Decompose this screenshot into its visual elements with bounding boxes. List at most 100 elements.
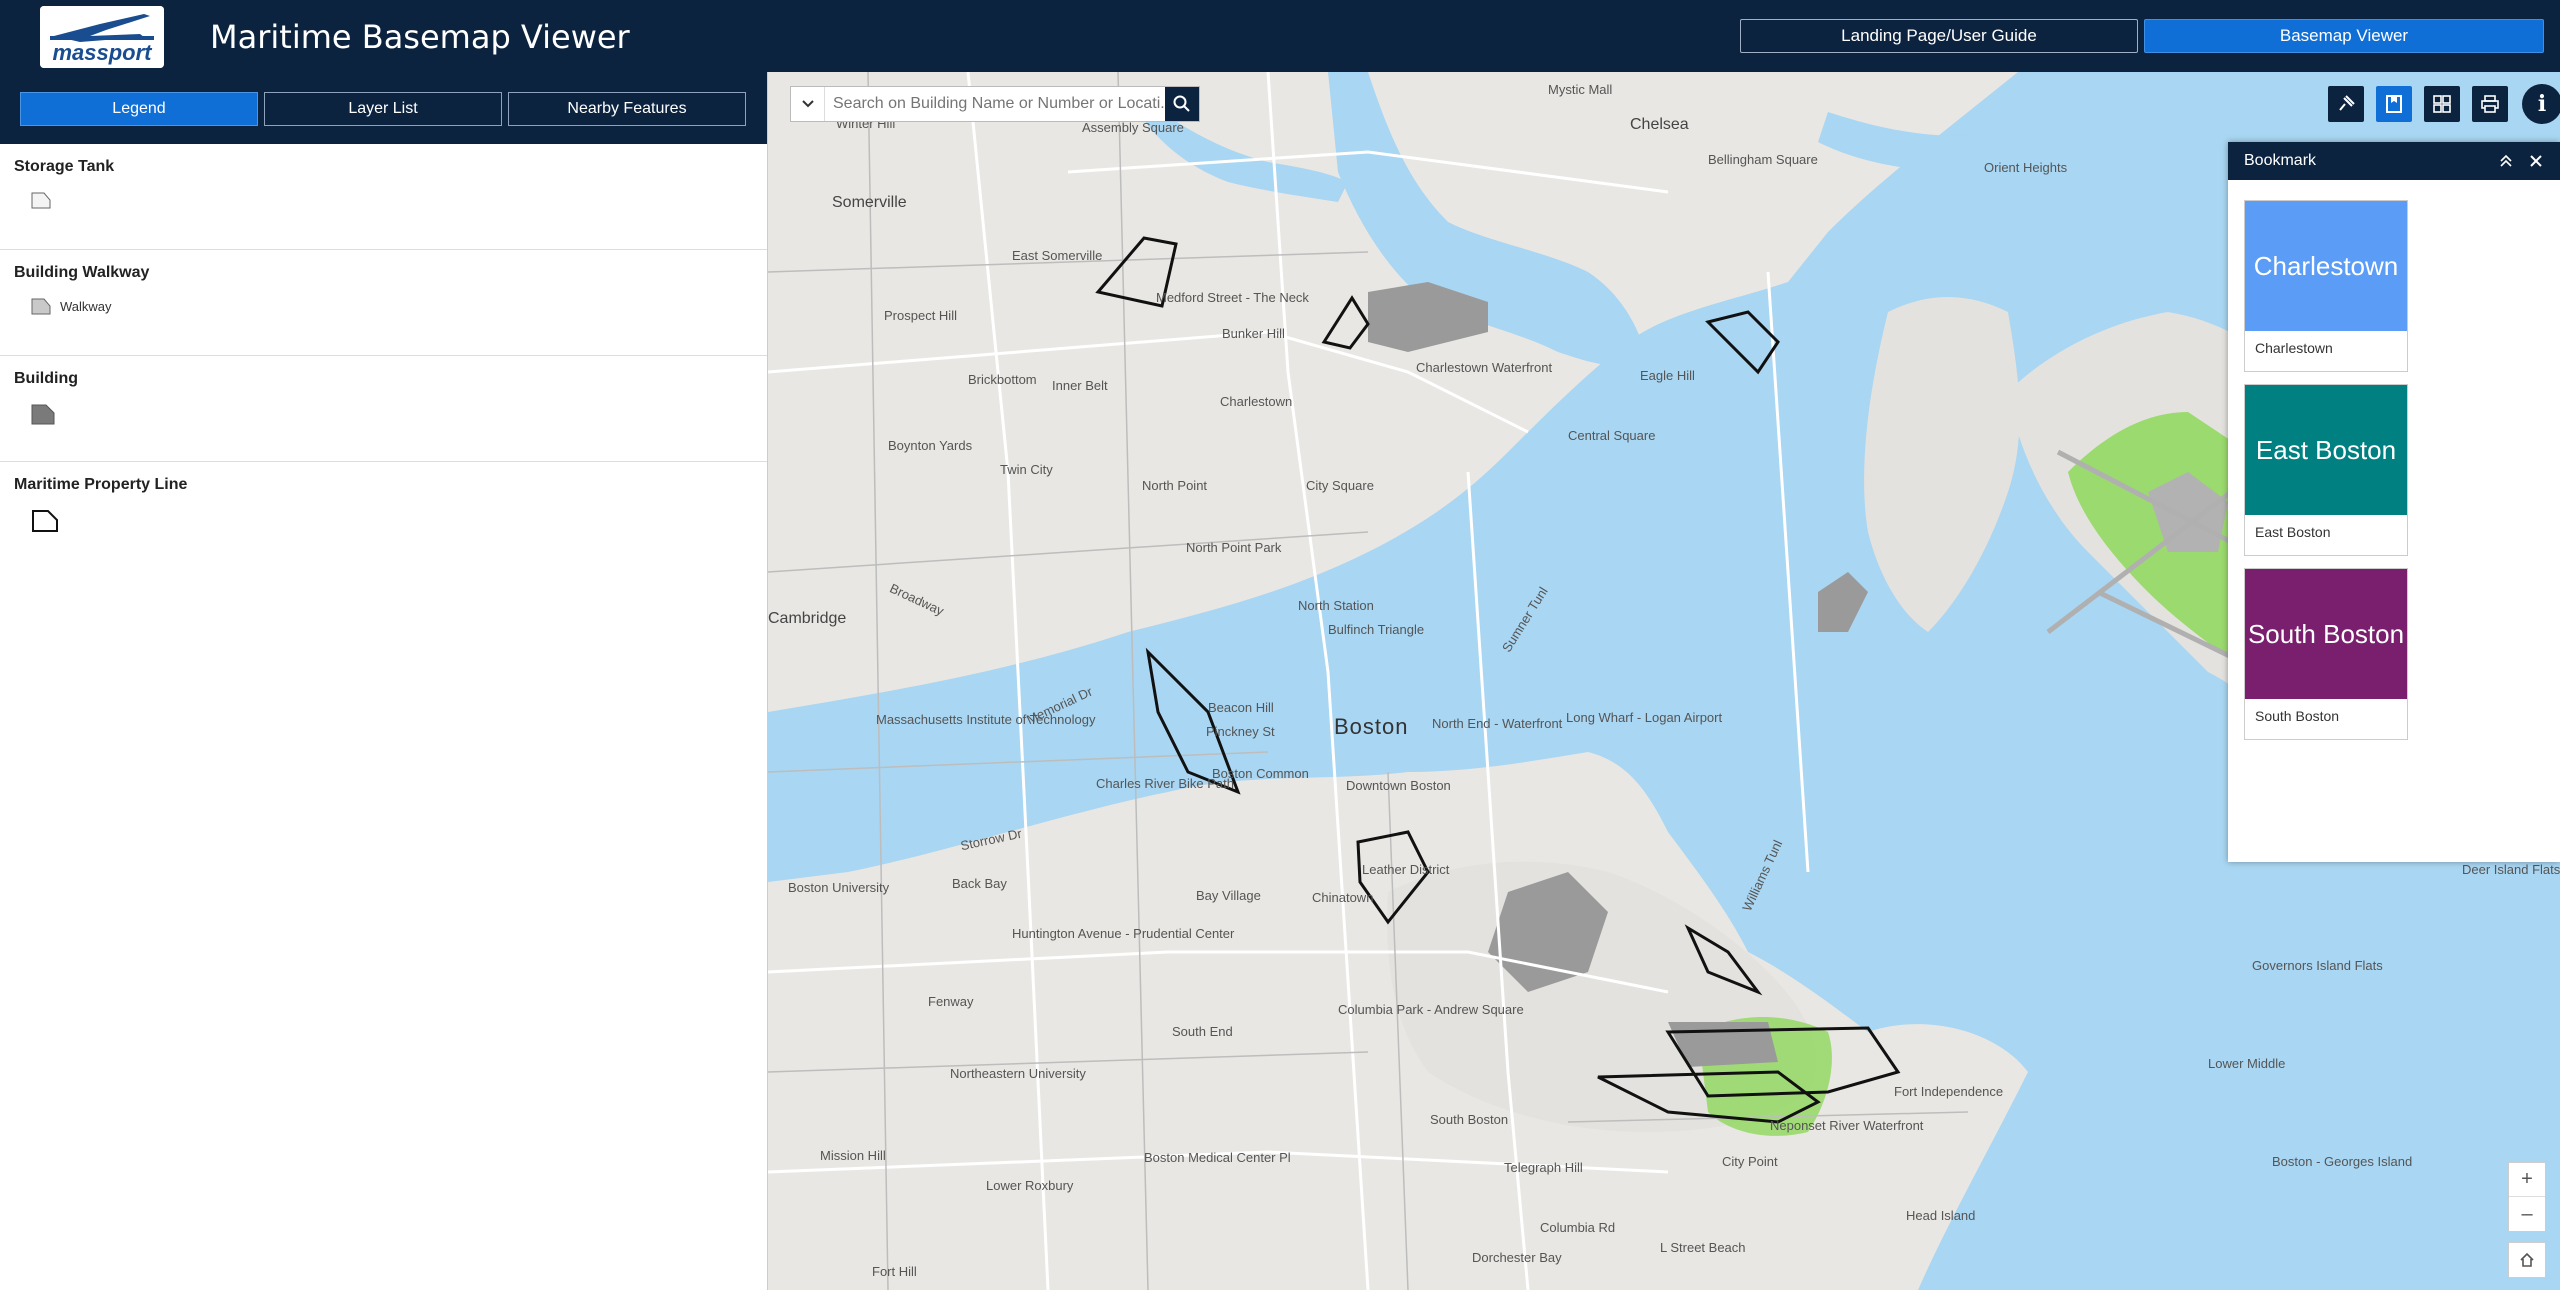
map-label: Lower Roxbury — [986, 1178, 1074, 1193]
map-label: Eagle Hill — [1640, 368, 1695, 383]
legend-title: Storage Tank — [14, 158, 115, 175]
map-label: Massachusetts Institute of Technology — [876, 712, 1096, 727]
bookmark-name: East Boston — [2255, 524, 2331, 540]
legend-title: Building — [14, 370, 78, 387]
map-label: Huntington Avenue - Prudential Center — [1012, 926, 1235, 941]
map-label: Boston Medical Center Pl — [1144, 1150, 1291, 1165]
search-bar — [790, 86, 1200, 122]
map-label: Dorchester Bay — [1472, 1250, 1562, 1265]
walkway-symbol-icon — [31, 298, 51, 315]
legend-title: Building Walkway — [14, 264, 150, 281]
search-source-dropdown[interactable] — [791, 87, 825, 121]
chevron-down-icon — [801, 100, 814, 108]
pushpin-map-icon — [2339, 95, 2355, 111]
map-label: South End — [1172, 1024, 1233, 1039]
bookmark-thumbnail: East Boston — [2245, 385, 2407, 515]
app-header: massport Maritime Basemap Viewer Landing… — [0, 0, 2560, 72]
printer-icon — [2481, 95, 2499, 113]
map-label: Columbia Park - Andrew Square — [1338, 1002, 1524, 1017]
map-label: Chinatown — [1312, 890, 1374, 905]
map-label: Orient Heights — [1984, 160, 2068, 175]
storage-tank-symbol-icon — [31, 192, 51, 209]
bookmark-card-east-boston[interactable]: East Boston East Boston — [2244, 384, 2408, 556]
map-label: Pinckney St — [1206, 724, 1275, 739]
map-label: Cambridge — [768, 610, 847, 627]
print-button[interactable] — [2472, 86, 2508, 122]
close-icon — [2530, 155, 2542, 167]
map-label: Head Island — [1906, 1208, 1976, 1223]
legend-building-walkway: Building Walkway Walkway — [0, 250, 767, 356]
zoom-out-button[interactable]: – — [2509, 1197, 2545, 1231]
grid-icon — [2433, 95, 2451, 113]
bookmark-title: Bookmark — [2244, 152, 2317, 169]
map-label: North Point Park — [1186, 540, 1282, 555]
map-label: Fenway — [928, 994, 974, 1009]
legend-maritime-property-line: Maritime Property Line — [0, 462, 767, 568]
map-label: North Station — [1298, 598, 1374, 613]
map-label: Leather District — [1362, 862, 1450, 877]
bookmark-icon — [2386, 95, 2402, 113]
map-label: Charlestown Waterfront — [1416, 360, 1553, 375]
map-label: Telegraph Hill — [1504, 1160, 1583, 1175]
map-label: Fort Independence — [1894, 1084, 2004, 1099]
bookmark-header: Bookmark — [2228, 142, 2560, 180]
map-label: Medford Street - The Neck — [1156, 290, 1309, 305]
map-label: Charles River Bike Path — [1096, 776, 1234, 791]
map-label: Prospect Hill — [884, 308, 957, 323]
bookmark-tool-button[interactable] — [2376, 86, 2412, 122]
map-label: Downtown Boston — [1346, 778, 1451, 793]
close-button[interactable] — [2526, 151, 2546, 171]
map-label: Twin City — [1000, 462, 1053, 477]
home-control — [2508, 1242, 2546, 1278]
bookmark-thumbnail: South Boston — [2245, 569, 2407, 699]
map-label: Charlestown — [1220, 394, 1293, 409]
legend-building: Building — [0, 356, 767, 462]
legend-item — [30, 402, 767, 426]
zoom-in-button[interactable]: + — [2509, 1163, 2545, 1197]
chevron-double-up-icon — [2500, 154, 2512, 167]
layer-tool-button[interactable] — [2328, 86, 2364, 122]
tab-layer-list[interactable]: Layer List — [264, 92, 502, 126]
collapse-button[interactable] — [2496, 151, 2516, 171]
info-icon[interactable]: i — [2522, 84, 2560, 124]
bookmark-card-south-boston[interactable]: South Boston South Boston — [2244, 568, 2408, 740]
bookmark-panel: Bookmark Charlestown Charlestown East Bo… — [2228, 142, 2560, 862]
basemap-viewer-button[interactable]: Basemap Viewer — [2144, 19, 2544, 53]
basemap-gallery-button[interactable] — [2424, 86, 2460, 122]
map-label: Bulfinch Triangle — [1328, 622, 1425, 637]
map-label: Fort Hill — [872, 1264, 917, 1279]
map-label: City Square — [1306, 478, 1374, 493]
map-label: Mission Hill — [820, 1148, 886, 1163]
tab-nearby-features[interactable]: Nearby Features — [508, 92, 746, 126]
app-title: Maritime Basemap Viewer — [210, 18, 630, 56]
bookmark-name: Charlestown — [2255, 340, 2333, 356]
map-label: Mystic Mall — [1548, 82, 1613, 97]
zoom-control: + – — [2508, 1162, 2546, 1232]
map-label: Back Bay — [952, 876, 1007, 891]
landing-page-button[interactable]: Landing Page/User Guide — [1740, 19, 2138, 53]
legend-title: Maritime Property Line — [14, 476, 188, 493]
map-label: Columbia Rd — [1540, 1220, 1616, 1235]
search-input[interactable] — [825, 95, 1165, 113]
map-label: Bay Village — [1196, 888, 1261, 903]
map-label: Somerville — [832, 194, 907, 211]
massport-logo[interactable]: massport — [40, 6, 164, 68]
legend-item — [30, 508, 767, 534]
home-icon — [2520, 1252, 2534, 1267]
legend-item: Walkway — [30, 296, 767, 316]
map-label: Long Wharf - Logan Airport — [1566, 710, 1723, 725]
bookmark-card-charlestown[interactable]: Charlestown Charlestown — [2244, 200, 2408, 372]
map-view[interactable]: Somerville Chelsea East Somerville Prosp… — [768, 72, 2560, 1290]
logo-text: massport — [52, 40, 153, 65]
tab-legend[interactable]: Legend — [20, 92, 258, 126]
map-label: Lower Middle — [2208, 1056, 2286, 1071]
map-label: South Boston — [1430, 1112, 1509, 1127]
plane-logo-icon: massport — [40, 6, 164, 68]
home-button[interactable] — [2509, 1243, 2545, 1277]
building-symbol-icon — [31, 404, 55, 425]
map-label: Northeastern University — [950, 1066, 1086, 1081]
map-label: Inner Belt — [1052, 378, 1108, 393]
legend-item — [30, 190, 767, 210]
legend-item-label: Walkway — [60, 298, 112, 314]
search-button[interactable] — [1165, 87, 1199, 121]
